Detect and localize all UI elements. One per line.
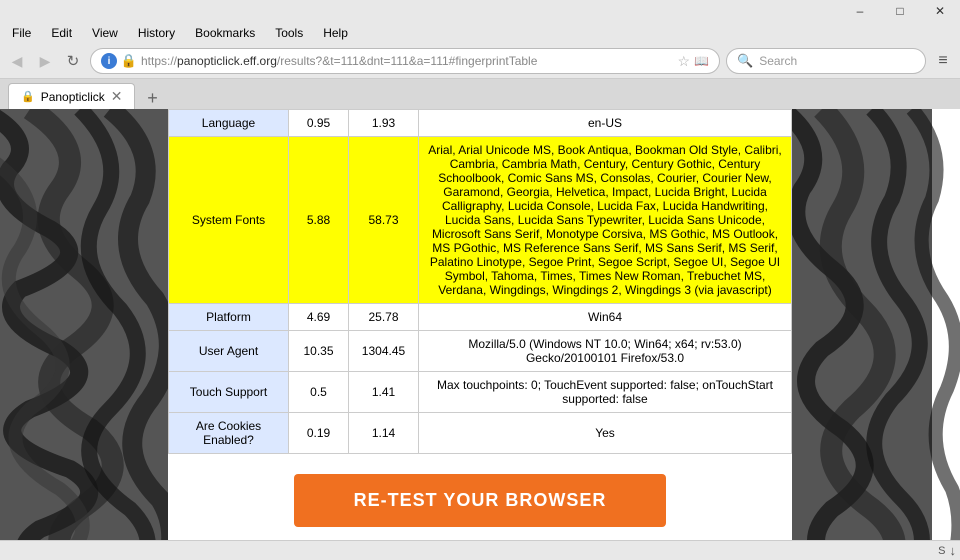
- close-button[interactable]: ✕: [920, 0, 960, 22]
- value-cell: Yes: [419, 413, 792, 454]
- one-in-cell: 1.41: [349, 372, 419, 413]
- fingerprint-table: Language 0.95 1.93 en-US System Fonts 5.…: [168, 109, 792, 454]
- page-content: Language 0.95 1.93 en-US System Fonts 5.…: [0, 109, 960, 540]
- value-cell: en-US: [419, 110, 792, 137]
- window-title-bar: – □ ✕: [0, 0, 960, 22]
- back-button[interactable]: ◀: [6, 50, 28, 72]
- menu-view[interactable]: View: [88, 24, 122, 42]
- bits-cell: 10.35: [289, 331, 349, 372]
- minimize-button[interactable]: –: [840, 0, 880, 22]
- url-bar[interactable]: i 🔒 https://panopticlick.eff.org/results…: [90, 48, 720, 74]
- right-zebra-svg: [792, 109, 960, 540]
- menu-history[interactable]: History: [134, 24, 179, 42]
- search-placeholder: Search: [759, 54, 797, 68]
- tab-close-button[interactable]: ✕: [111, 88, 123, 105]
- bookmark-star-icon[interactable]: ☆: [677, 53, 690, 70]
- table-row: Platform 4.69 25.78 Win64: [169, 304, 792, 331]
- search-bar[interactable]: 🔍 Search: [726, 48, 926, 74]
- table-row: System Fonts 5.88 58.73 Arial, Arial Uni…: [169, 137, 792, 304]
- left-zebra-svg: [0, 109, 168, 540]
- right-decoration: [792, 109, 960, 540]
- menu-edit[interactable]: Edit: [47, 24, 76, 42]
- bits-cell: 4.69: [289, 304, 349, 331]
- one-in-cell: 25.78: [349, 304, 419, 331]
- attribute-cell: Touch Support: [169, 372, 289, 413]
- url-path: /results?&t=111&dnt=111&a=111#fingerprin…: [277, 54, 538, 68]
- menu-help[interactable]: Help: [319, 24, 352, 42]
- value-cell: Win64: [419, 304, 792, 331]
- table-row: User Agent 10.35 1304.45 Mozilla/5.0 (Wi…: [169, 331, 792, 372]
- left-decoration: [0, 109, 168, 540]
- active-tab[interactable]: 🔒 Panopticlick ✕: [8, 83, 135, 109]
- status-left-icon: S: [938, 545, 945, 557]
- status-right-icon[interactable]: ↓: [950, 543, 957, 558]
- one-in-cell: 1.93: [349, 110, 419, 137]
- bits-cell: 0.19: [289, 413, 349, 454]
- attribute-cell: Are Cookies Enabled?: [169, 413, 289, 454]
- one-in-cell: 58.73: [349, 137, 419, 304]
- forward-button[interactable]: ▶: [34, 50, 56, 72]
- url-domain: panopticlick.eff.org: [177, 54, 277, 68]
- attribute-cell: System Fonts: [169, 137, 289, 304]
- table-row: Language 0.95 1.93 en-US: [169, 110, 792, 137]
- retest-section: RE-TEST YOUR BROWSER: [168, 454, 792, 540]
- table-row: Touch Support 0.5 1.41 Max touchpoints: …: [169, 372, 792, 413]
- attribute-cell: Language: [169, 110, 289, 137]
- one-in-cell: 1304.45: [349, 331, 419, 372]
- table-row: Are Cookies Enabled? 0.19 1.14 Yes: [169, 413, 792, 454]
- tab-title: Panopticlick: [41, 90, 105, 104]
- window-controls: – □ ✕: [840, 0, 960, 22]
- nav-bar: ◀ ▶ ↻ i 🔒 https://panopticlick.eff.org/r…: [0, 44, 960, 79]
- hamburger-menu-icon[interactable]: ≡: [932, 50, 954, 72]
- menu-bar: File Edit View History Bookmarks Tools H…: [0, 22, 960, 44]
- menu-bookmarks[interactable]: Bookmarks: [191, 24, 259, 42]
- bits-cell: 5.88: [289, 137, 349, 304]
- lock-icon: 🔒: [121, 53, 137, 69]
- attribute-cell: Platform: [169, 304, 289, 331]
- value-cell: Mozilla/5.0 (Windows NT 10.0; Win64; x64…: [419, 331, 792, 372]
- url-protocol: https://: [141, 54, 177, 68]
- tab-bar: 🔒 Panopticlick ✕ +: [0, 79, 960, 109]
- reader-icon[interactable]: 📖: [694, 54, 709, 68]
- value-cell: Arial, Arial Unicode MS, Book Antiqua, B…: [419, 137, 792, 304]
- retest-button[interactable]: RE-TEST YOUR BROWSER: [294, 474, 667, 527]
- site-info-icon[interactable]: i: [101, 53, 117, 69]
- browser-window: – □ ✕ File Edit View History Bookmarks T…: [0, 0, 960, 560]
- maximize-button[interactable]: □: [880, 0, 920, 22]
- url-text: https://panopticlick.eff.org/results?&t=…: [141, 54, 673, 68]
- status-bar: S ↓: [0, 540, 960, 560]
- new-tab-button[interactable]: +: [141, 87, 163, 109]
- search-icon: 🔍: [737, 53, 753, 69]
- one-in-cell: 1.14: [349, 413, 419, 454]
- attribute-cell: User Agent: [169, 331, 289, 372]
- menu-file[interactable]: File: [8, 24, 35, 42]
- reload-button[interactable]: ↻: [62, 50, 84, 72]
- bits-cell: 0.95: [289, 110, 349, 137]
- tab-favicon: 🔒: [21, 90, 35, 103]
- menu-tools[interactable]: Tools: [271, 24, 307, 42]
- main-content: Language 0.95 1.93 en-US System Fonts 5.…: [168, 109, 792, 540]
- value-cell: Max touchpoints: 0; TouchEvent supported…: [419, 372, 792, 413]
- bits-cell: 0.5: [289, 372, 349, 413]
